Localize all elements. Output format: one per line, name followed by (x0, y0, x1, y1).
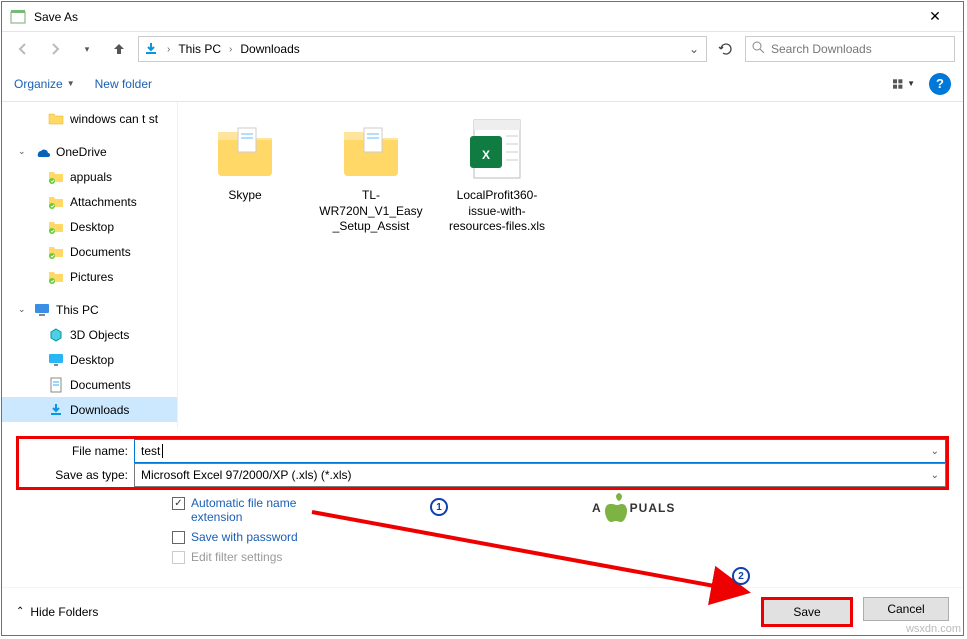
forward-button[interactable] (42, 36, 68, 62)
watermark: wsxdn.com (906, 623, 961, 635)
option-edit-filter: Edit filter settings (172, 550, 949, 564)
breadcrumb[interactable]: › This PC › Downloads ⌄ (138, 36, 707, 62)
sidebar-item-this-pc[interactable]: ⌄This PC (2, 297, 177, 322)
xls-file-icon: X (462, 114, 532, 184)
back-button[interactable] (10, 36, 36, 62)
help-button[interactable]: ? (929, 73, 951, 95)
syncfolder-icon (48, 169, 64, 185)
sidebar-item-pictures[interactable]: Pictures (2, 264, 177, 289)
up-button[interactable] (106, 36, 132, 62)
filename-input[interactable]: test ⌄ (134, 439, 946, 463)
docs-icon (48, 377, 64, 393)
checkbox-icon[interactable] (172, 531, 185, 544)
folder-icon (210, 114, 280, 184)
chevron-right-icon: › (225, 44, 236, 55)
breadcrumb-root[interactable]: This PC (178, 42, 221, 56)
view-button[interactable]: ▼ (893, 73, 915, 95)
syncfolder-icon (48, 219, 64, 235)
sidebar-item-3d-objects[interactable]: 3D Objects (2, 322, 177, 347)
folder-icon (48, 111, 64, 127)
sidebar-item-documents[interactable]: Documents (2, 372, 177, 397)
breadcrumb-dropdown[interactable]: ⌄ (686, 42, 702, 56)
saveastype-dropdown[interactable]: ⌄ (931, 470, 939, 481)
search-icon (752, 41, 765, 57)
folder-icon (336, 114, 406, 184)
new-folder-button[interactable]: New folder (95, 77, 152, 91)
annotation-badge-1: 1 (430, 498, 448, 516)
syncfolder-icon (48, 269, 64, 285)
footer: ⌃ Hide Folders Save Cancel (2, 587, 963, 635)
dialog-title: Save As (34, 10, 915, 24)
sidebar-item-onedrive[interactable]: ⌄OneDrive (2, 139, 177, 164)
syncfolder-icon (48, 244, 64, 260)
app-icon (10, 9, 26, 25)
cancel-button[interactable]: Cancel (863, 597, 949, 621)
downloads-breadcrumb-icon (143, 41, 159, 57)
filename-dropdown[interactable]: ⌄ (931, 446, 939, 457)
refresh-button[interactable] (713, 36, 739, 62)
search-placeholder: Search Downloads (771, 42, 872, 56)
save-options: ✓ Automatic file name extension Save wit… (16, 490, 949, 564)
svg-text:X: X (482, 148, 490, 162)
sidebar-item-downloads[interactable]: Downloads (2, 397, 177, 422)
appuals-logo: A PUALS (592, 492, 675, 524)
expand-icon[interactable]: ⌄ (18, 146, 28, 157)
filename-label: File name: (19, 444, 134, 458)
syncfolder-icon (48, 194, 64, 210)
file-item[interactable]: TL-WR720N_V1_Easy_Setup_Assist (316, 114, 426, 235)
file-item[interactable]: Skype (190, 114, 300, 204)
onedrive-icon (34, 144, 50, 160)
sidebar-item-appuals[interactable]: appuals (2, 164, 177, 189)
text-cursor (162, 444, 163, 458)
sidebar-item-desktop[interactable]: Desktop (2, 214, 177, 239)
save-button[interactable]: Save (761, 597, 853, 627)
titlebar: Save As ✕ (2, 2, 963, 32)
sidebar-item-windows-can-t-st[interactable]: windows can t st (2, 106, 177, 131)
chevron-up-icon: ⌃ (16, 606, 24, 617)
hide-folders-button[interactable]: ⌃ Hide Folders (16, 605, 98, 619)
search-input[interactable]: Search Downloads (745, 36, 955, 62)
sidebar[interactable]: windows can t st ⌄OneDriveappualsAttachme… (2, 102, 178, 428)
file-list[interactable]: SkypeTL-WR720N_V1_Easy_Setup_AssistXLoca… (178, 102, 963, 428)
desktop-icon (48, 352, 64, 368)
sidebar-item-desktop[interactable]: Desktop (2, 347, 177, 372)
checkbox-disabled-icon (172, 551, 185, 564)
3d-icon (48, 327, 64, 343)
recent-dropdown[interactable]: ▾ (74, 36, 100, 62)
expand-icon[interactable]: ⌄ (18, 304, 28, 315)
form-area: File name: test ⌄ Save as type: Microsof… (2, 428, 963, 574)
toolbar: Organize▼ New folder ▼ ? (2, 66, 963, 102)
organize-button[interactable]: Organize▼ (14, 77, 75, 91)
annotation-badge-2: 2 (732, 567, 750, 585)
sidebar-item-attachments[interactable]: Attachments (2, 189, 177, 214)
pc-icon (34, 302, 50, 318)
saveastype-label: Save as type: (19, 468, 134, 482)
breadcrumb-current[interactable]: Downloads (240, 42, 299, 56)
save-as-dialog: Save As ✕ ▾ › This PC › Downloads ⌄ (1, 1, 964, 636)
saveastype-select[interactable]: Microsoft Excel 97/2000/XP (.xls) (*.xls… (134, 463, 946, 487)
option-auto-extension[interactable]: ✓ Automatic file name extension (172, 496, 949, 524)
file-item[interactable]: XLocalProfit360-issue-with-resources-fil… (442, 114, 552, 235)
checkbox-checked-icon[interactable]: ✓ (172, 497, 185, 510)
chevron-right-icon: › (163, 44, 174, 55)
sidebar-item-documents[interactable]: Documents (2, 239, 177, 264)
downloads-icon (48, 402, 64, 418)
apple-icon (602, 492, 630, 524)
close-button[interactable]: ✕ (915, 3, 955, 31)
navbar: ▾ › This PC › Downloads ⌄ Search Downloa… (2, 32, 963, 66)
body: windows can t st ⌄OneDriveappualsAttachme… (2, 102, 963, 428)
option-save-password[interactable]: Save with password (172, 530, 949, 544)
